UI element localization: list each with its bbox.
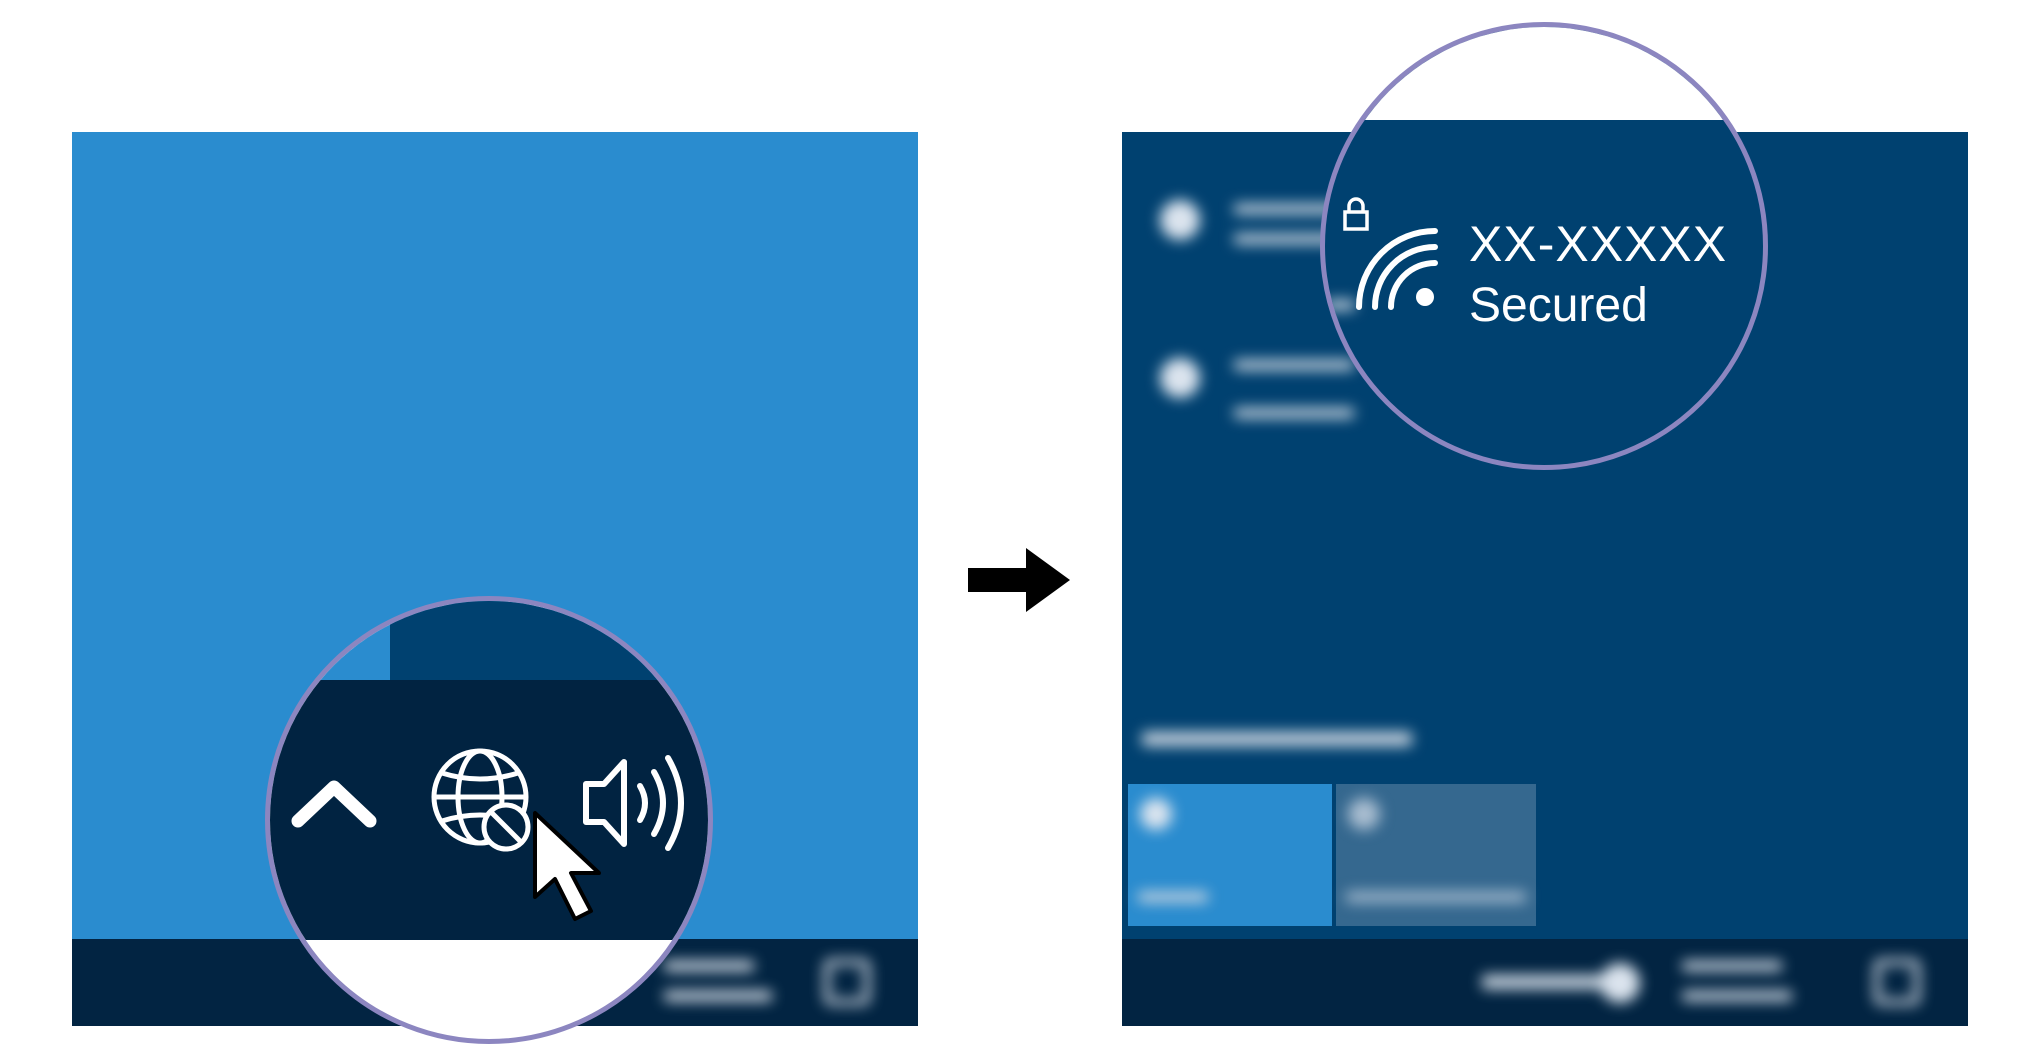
zoom-circle-taskbar [265, 596, 713, 1044]
network-status: Secured [1469, 279, 1648, 332]
notification-center-icon[interactable] [1874, 959, 1920, 1005]
system-tray [270, 680, 708, 940]
airplane-mode-quick-tile[interactable] [1336, 784, 1536, 926]
wifi-quick-tile[interactable] [1128, 784, 1332, 926]
zoom-circle-network: XX-XXXXX Secured [1320, 22, 1768, 470]
taskbar [1122, 939, 1968, 1026]
notification-center-icon[interactable] [824, 959, 870, 1005]
arrow-right-icon [968, 548, 1070, 612]
chevron-up-icon[interactable] [288, 775, 380, 835]
network-settings-link-blurred [1142, 732, 1412, 746]
mouse-pointer-icon [533, 811, 601, 921]
network-name[interactable]: XX-XXXXX [1469, 214, 1727, 274]
wifi-icon[interactable] [1351, 223, 1441, 313]
flyout-edge [390, 601, 708, 680]
globe-no-internet-icon[interactable] [428, 745, 540, 857]
